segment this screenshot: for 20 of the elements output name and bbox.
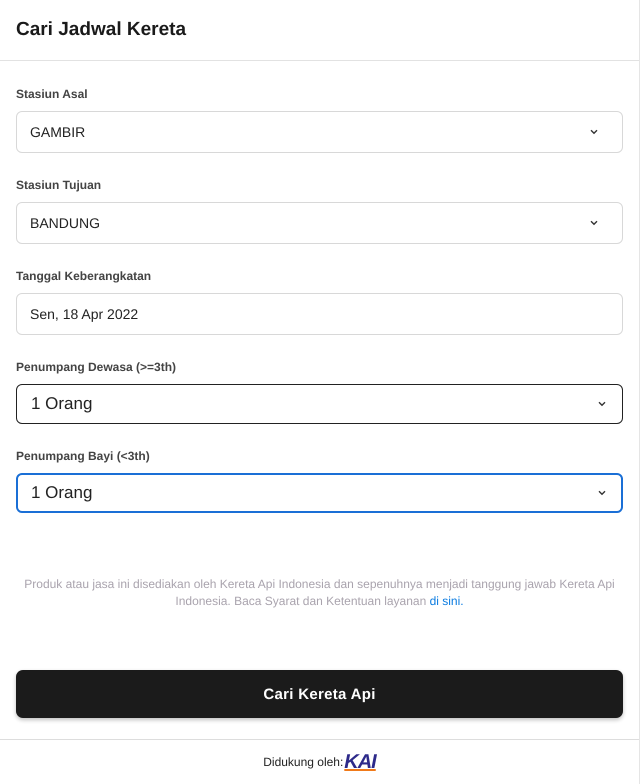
- terms-link[interactable]: di sini.: [430, 594, 464, 608]
- dropdown-field[interactable]: BANDUNG: [16, 202, 623, 244]
- dropdown-field[interactable]: GAMBIR: [16, 111, 623, 153]
- dropdown-field[interactable]: 1 Orang: [16, 473, 623, 513]
- field-label: Stasiun Tujuan: [16, 178, 102, 192]
- chevron-down-icon: [598, 401, 606, 407]
- field-label: Stasiun Asal: [16, 87, 89, 101]
- chevron-down-icon: [598, 490, 606, 496]
- field-label: Tanggal Keberangkatan: [16, 269, 152, 283]
- chevron-down-icon: [590, 129, 598, 135]
- dropdown-field[interactable]: 1 Orang: [16, 384, 623, 424]
- footer-text: Didukung oleh:: [263, 755, 344, 769]
- date-field[interactable]: Sen, 18 Apr 2022: [16, 293, 623, 335]
- page-title: Cari Jadwal Kereta: [16, 19, 186, 41]
- field-label: Penumpang Bayi (<3th): [16, 449, 151, 463]
- search-button[interactable]: Cari Kereta Api: [16, 670, 623, 718]
- field-label: Penumpang Dewasa (>=3th): [16, 360, 178, 374]
- kai-logo: KAI: [344, 750, 376, 774]
- chevron-down-icon: [590, 220, 598, 226]
- disclaimer-text: Produk atau jasa ini disediakan oleh Kereta Api Indonesia dan sepenuhnya menjadi tanggung jawab Kereta Api Indonesia. Baca Syarat dan Ketentuan layanan di sini.: [23, 576, 616, 610]
